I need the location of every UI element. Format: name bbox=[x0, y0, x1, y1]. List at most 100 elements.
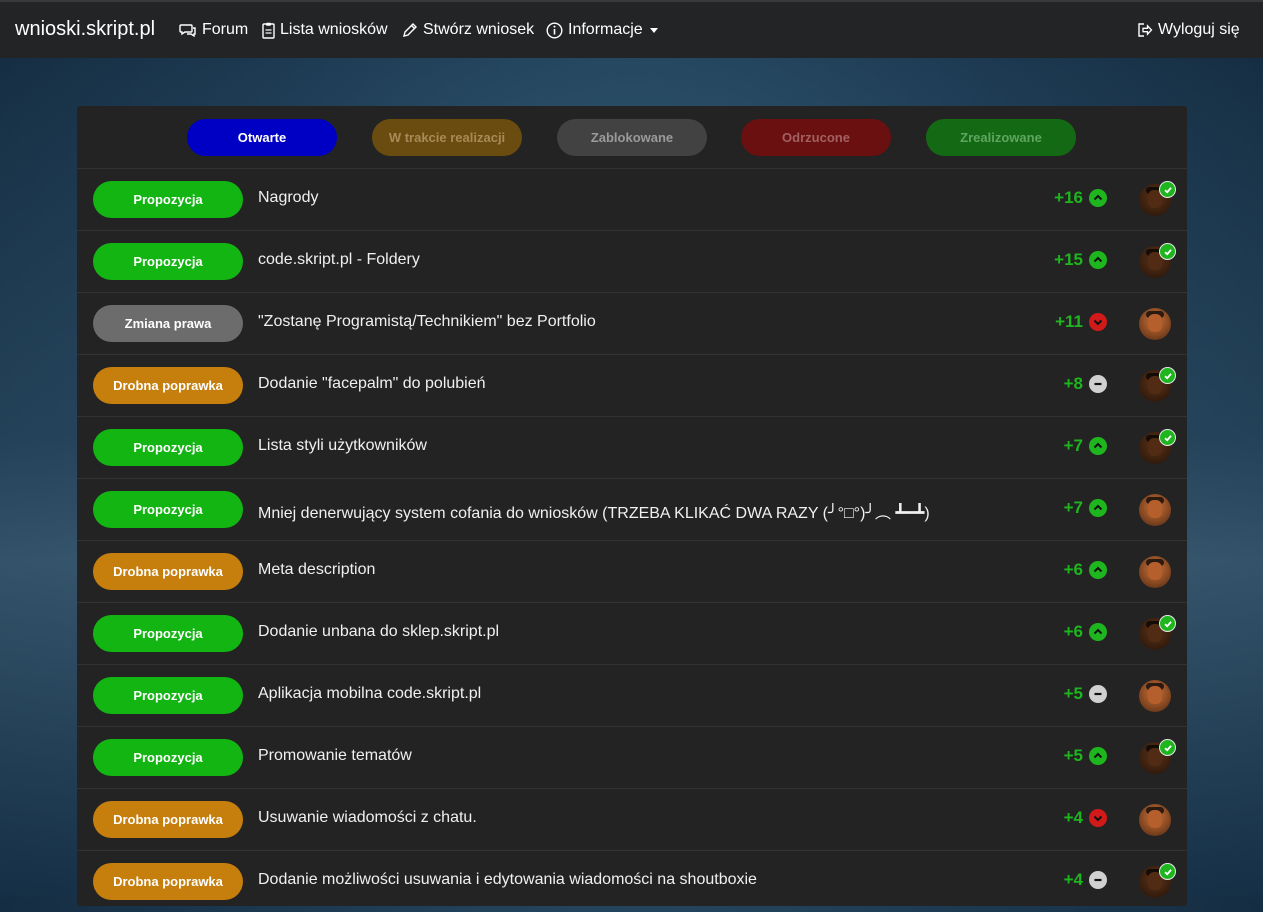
score-value: +6 bbox=[1063, 560, 1083, 579]
vote-score: +5 bbox=[1064, 746, 1107, 766]
score-value: +5 bbox=[1063, 746, 1083, 765]
filter-w-trakcie-button[interactable]: W trakcie realizacji bbox=[372, 119, 522, 156]
site-brand[interactable]: wnioski.skript.pl bbox=[15, 18, 155, 41]
filter-otwarte-button[interactable]: Otwarte bbox=[187, 119, 337, 156]
request-title[interactable]: Aplikacja mobilna code.skript.pl bbox=[258, 685, 481, 703]
vote-up-icon[interactable] bbox=[1089, 499, 1107, 517]
request-title[interactable]: Dodanie możliwości usuwania i edytowania… bbox=[258, 871, 757, 889]
nav-logout-label: Wyloguj się bbox=[1158, 21, 1240, 38]
sign-out-icon bbox=[1137, 22, 1153, 38]
nav-lista-label: Lista wniosków bbox=[280, 21, 388, 38]
request-title[interactable]: Mniej denerwujący system cofania do wnio… bbox=[258, 499, 930, 523]
accepted-check-icon bbox=[1159, 243, 1176, 260]
vote-up-icon[interactable] bbox=[1089, 251, 1107, 269]
score-value: +5 bbox=[1063, 684, 1083, 703]
filter-odrzucone-button[interactable]: Odrzucone bbox=[741, 119, 891, 156]
vote-up-icon[interactable] bbox=[1089, 189, 1107, 207]
score-value: +4 bbox=[1063, 808, 1083, 827]
avatar-face bbox=[1148, 500, 1162, 518]
request-row[interactable]: Propozycja Promowanie tematów +5 bbox=[77, 726, 1187, 788]
accepted-check-icon bbox=[1159, 181, 1176, 198]
status-filters: Otwarte W trakcie realizacji Zablokowane Od… bbox=[77, 106, 1187, 168]
request-row[interactable]: Propozycja Aplikacja mobilna code.skript.… bbox=[77, 664, 1187, 726]
vote-up-icon[interactable] bbox=[1089, 437, 1107, 455]
request-row[interactable]: Zmiana prawa "Zostanę Programistą/Technik… bbox=[77, 292, 1187, 354]
request-title[interactable]: Usuwanie wiadomości z chatu. bbox=[258, 809, 477, 827]
avatar-face bbox=[1148, 810, 1162, 828]
nav-stworz-label: Stwórz wniosek bbox=[423, 21, 535, 38]
nav-forum[interactable]: Forum bbox=[179, 21, 248, 39]
request-row[interactable]: Drobna poprawka Dodanie "facepalm" do pol… bbox=[77, 354, 1187, 416]
category-badge: Propozycja bbox=[93, 491, 243, 528]
vote-up-icon[interactable] bbox=[1089, 561, 1107, 579]
category-badge: Drobna poprawka bbox=[93, 553, 243, 590]
vote-score: +11 bbox=[1055, 312, 1107, 332]
vote-score: +6 bbox=[1064, 560, 1107, 580]
author-avatar[interactable] bbox=[1139, 804, 1171, 836]
accepted-check-icon bbox=[1159, 615, 1176, 632]
author-avatar[interactable] bbox=[1139, 556, 1171, 588]
request-row[interactable]: Drobna poprawka Dodanie możliwości usuwan… bbox=[77, 850, 1187, 912]
vote-neutral-icon[interactable] bbox=[1089, 685, 1107, 703]
request-title[interactable]: Meta description bbox=[258, 561, 375, 579]
category-badge: Drobna poprawka bbox=[93, 863, 243, 900]
category-badge: Propozycja bbox=[93, 677, 243, 714]
request-title[interactable]: Nagrody bbox=[258, 189, 318, 207]
nav-lista[interactable]: Lista wniosków bbox=[262, 21, 388, 39]
request-title[interactable]: code.skript.pl - Foldery bbox=[258, 251, 420, 269]
comments-icon bbox=[179, 22, 197, 38]
request-row[interactable]: Drobna poprawka Usuwanie wiadomości z cha… bbox=[77, 788, 1187, 850]
vote-score: +7 bbox=[1064, 436, 1107, 456]
avatar-face bbox=[1148, 314, 1162, 332]
vote-score: +4 bbox=[1064, 870, 1107, 890]
nav-logout[interactable]: Wyloguj się bbox=[1137, 21, 1240, 39]
request-title[interactable]: Promowanie tematów bbox=[258, 747, 412, 765]
vote-score: +15 bbox=[1054, 250, 1107, 270]
author-avatar[interactable] bbox=[1139, 308, 1171, 340]
score-value: +7 bbox=[1063, 436, 1083, 455]
category-badge: Propozycja bbox=[93, 181, 243, 218]
score-value: +8 bbox=[1063, 374, 1083, 393]
request-row[interactable]: Drobna poprawka Meta description +6 bbox=[77, 540, 1187, 602]
vote-neutral-icon[interactable] bbox=[1089, 375, 1107, 393]
score-value: +4 bbox=[1063, 870, 1083, 889]
request-title[interactable]: "Zostanę Programistą/Technikiem" bez Por… bbox=[258, 313, 596, 331]
author-avatar[interactable] bbox=[1139, 680, 1171, 712]
caret-down-icon bbox=[648, 25, 660, 35]
request-row[interactable]: Propozycja Dodanie unbana do sklep.skript… bbox=[77, 602, 1187, 664]
vote-score: +16 bbox=[1054, 188, 1107, 208]
score-value: +7 bbox=[1063, 498, 1083, 517]
request-row[interactable]: Propozycja Nagrody +16 bbox=[77, 168, 1187, 230]
navbar: wnioski.skript.pl Forum Lista wniosków S… bbox=[0, 0, 1263, 58]
filter-zablokowane-button[interactable]: Zablokowane bbox=[557, 119, 707, 156]
request-row[interactable]: Propozycja code.skript.pl - Foldery +15 bbox=[77, 230, 1187, 292]
info-icon bbox=[546, 21, 563, 39]
score-value: +15 bbox=[1054, 250, 1083, 269]
vote-neutral-icon[interactable] bbox=[1089, 871, 1107, 889]
vote-score: +6 bbox=[1064, 622, 1107, 642]
request-row[interactable]: Propozycja Lista styli użytkowników +7 bbox=[77, 416, 1187, 478]
request-row[interactable]: Propozycja Mniej denerwujący system cofan… bbox=[77, 478, 1187, 540]
author-avatar[interactable] bbox=[1139, 494, 1171, 526]
nav-stworz[interactable]: Stwórz wniosek bbox=[401, 21, 534, 39]
vote-score: +7 bbox=[1064, 498, 1107, 518]
avatar-face bbox=[1148, 686, 1162, 704]
accepted-check-icon bbox=[1159, 367, 1176, 384]
request-title[interactable]: Dodanie "facepalm" do polubień bbox=[258, 375, 486, 393]
vote-down-icon[interactable] bbox=[1089, 313, 1107, 331]
avatar-face bbox=[1148, 562, 1162, 580]
score-value: +6 bbox=[1063, 622, 1083, 641]
category-badge: Propozycja bbox=[93, 739, 243, 776]
request-title[interactable]: Lista styli użytkowników bbox=[258, 437, 427, 455]
nav-informacje[interactable]: Informacje bbox=[546, 21, 660, 39]
vote-up-icon[interactable] bbox=[1089, 747, 1107, 765]
category-badge: Propozycja bbox=[93, 243, 243, 280]
vote-up-icon[interactable] bbox=[1089, 623, 1107, 641]
request-title[interactable]: Dodanie unbana do sklep.skript.pl bbox=[258, 623, 499, 641]
category-badge: Zmiana prawa bbox=[93, 305, 243, 342]
requests-panel: Otwarte W trakcie realizacji Zablokowane Od… bbox=[77, 106, 1187, 906]
vote-score: +5 bbox=[1064, 684, 1107, 704]
category-badge: Drobna poprawka bbox=[93, 801, 243, 838]
vote-down-icon[interactable] bbox=[1089, 809, 1107, 827]
filter-zrealizowane-button[interactable]: Zrealizowane bbox=[926, 119, 1076, 156]
